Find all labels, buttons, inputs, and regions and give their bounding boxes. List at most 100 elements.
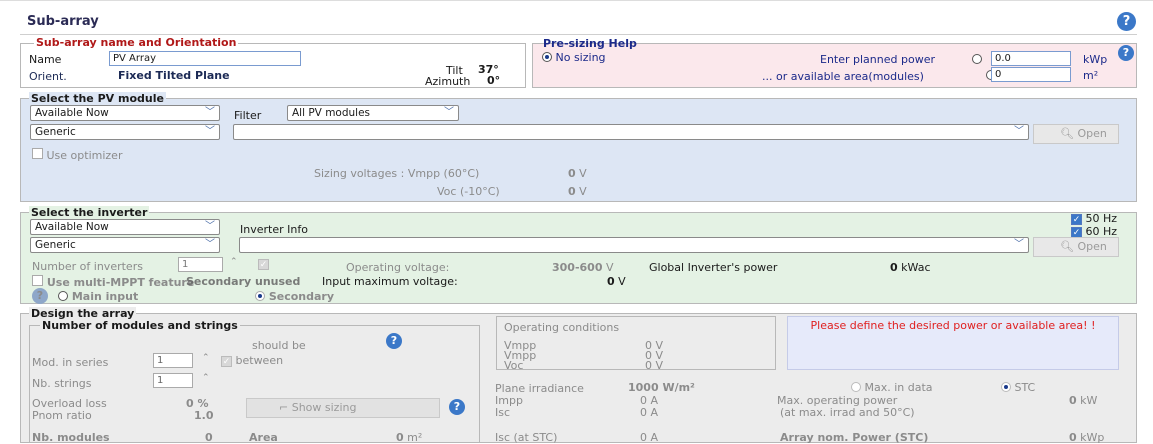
vmpp-value: 0 (568, 167, 576, 180)
secondary-radio[interactable] (255, 291, 265, 301)
optimizer-option[interactable]: Use optimizer (32, 148, 122, 162)
num-inverters-label: Number of inverters (32, 260, 143, 273)
input-max-group: 0 V (607, 275, 626, 288)
stc-option[interactable]: STC (1001, 381, 1035, 394)
inv-manufacturer-select[interactable]: Generic ﹀ (30, 237, 220, 253)
op-voltage-unit: V (606, 261, 614, 274)
area-unit: m² (1083, 69, 1099, 82)
main-input-label: Main input (71, 290, 139, 303)
pv-filter-select[interactable]: All PV modules ﹀ (287, 105, 459, 121)
inv-open-label: Open (1077, 240, 1107, 253)
global-power-unit: kWac (901, 261, 931, 274)
power-field[interactable]: 0.0 (991, 51, 1071, 66)
curve-icon: ⌐ (279, 401, 289, 414)
help-icon[interactable]: ? (1117, 12, 1136, 31)
inverter-help-icon[interactable]: ? (32, 288, 48, 304)
pv-module-legend: Select the PV module (29, 92, 166, 105)
search-icon: 🔍︎ (1060, 127, 1074, 140)
area-design-unit: m² (407, 431, 423, 444)
optimizer-checkbox[interactable] (32, 148, 43, 159)
pv-open-button[interactable]: 🔍︎ Open (1033, 124, 1119, 144)
max-op-power-group: 0 kW (1069, 394, 1097, 407)
filter-label: Filter (234, 109, 262, 122)
between-option[interactable]: ✓ between (221, 354, 283, 367)
inv-open-button[interactable]: 🔍︎ Open (1033, 237, 1119, 257)
input-max-label: Input maximum voltage: (322, 275, 458, 288)
sizing-help-icon[interactable]: ? (449, 399, 465, 415)
max-in-data-radio[interactable] (851, 382, 861, 392)
pv-manufacturer-value: Generic (35, 126, 76, 138)
stc-radio[interactable] (1001, 382, 1011, 392)
show-sizing-label: Show sizing (291, 401, 357, 414)
nb-strings-field[interactable]: 1 (153, 373, 193, 388)
pv-availability-select[interactable]: Available Now ﹀ (30, 105, 220, 121)
power-radio[interactable] (972, 54, 982, 64)
modules-strings-legend: Number of modules and strings (40, 319, 240, 332)
isc-stc-value: 0 A (640, 431, 659, 444)
pnom-label: Pnom ratio (32, 409, 92, 422)
inverter-legend: Select the inverter (29, 206, 150, 219)
main-input-option[interactable]: Main input (58, 290, 138, 303)
between-label: between (235, 354, 284, 367)
pnom-value: 1.0 (194, 409, 214, 422)
isc-value: 0 A (640, 406, 659, 419)
mppt-label: Use multi-MPPT feature (46, 276, 195, 289)
nb-strings-spinner-icon[interactable]: ⌃ (202, 373, 210, 383)
name-field[interactable]: PV Array (109, 51, 301, 66)
secondary-option[interactable]: Secondary (255, 290, 334, 303)
main-input-radio[interactable] (58, 291, 68, 301)
no-sizing-option[interactable]: No sizing (542, 51, 606, 64)
input-max-value: 0 (607, 275, 615, 288)
sizing-voltages-label: Sizing voltages : Vmpp (60°C) (314, 167, 480, 180)
warning-text: Please define the desired power or avail… (810, 319, 1096, 332)
nb-strings-label: Nb. strings (32, 377, 92, 390)
mod-series-field[interactable]: 1 (153, 353, 193, 368)
pv-open-label: Open (1077, 127, 1107, 140)
area-design-group: 0 m² (396, 431, 422, 444)
voc-design-value: 0 (645, 359, 652, 372)
chevron-down-icon: ﹀ (444, 107, 454, 118)
inv-availability-select[interactable]: Available Now ﹀ (30, 219, 220, 235)
orient-value[interactable]: Fixed Tilted Plane (118, 69, 230, 82)
stc-label: STC (1014, 381, 1036, 394)
chevron-down-icon: ﹀ (1014, 126, 1024, 137)
voc-unit: V (579, 185, 587, 198)
chevron-down-icon: ﹀ (205, 221, 215, 232)
design-help-icon[interactable]: ? (386, 333, 402, 349)
azimuth-value: 0° (487, 74, 501, 87)
orientation-legend: Sub-array name and Orientation (34, 36, 239, 49)
optimizer-label: Use optimizer (46, 149, 123, 162)
pv-manufacturer-select[interactable]: Generic ﹀ (30, 124, 220, 140)
no-sizing-radio[interactable] (542, 52, 552, 62)
search-icon: 🔍︎ (1060, 240, 1074, 253)
max-in-data-option[interactable]: Max. in data (851, 381, 933, 394)
mppt-checkbox[interactable] (32, 275, 43, 286)
show-sizing-button[interactable]: ⌐ Show sizing (246, 398, 440, 418)
global-power-group: 0 kWac (890, 261, 931, 274)
num-inverters-checkbox[interactable]: ✓ (258, 259, 269, 270)
inv-model-select[interactable]: ﹀ (239, 237, 1029, 253)
num-inverters-field[interactable]: 1 (178, 257, 223, 272)
secondary-label: Secondary (268, 290, 335, 303)
area-field[interactable]: 0 (991, 67, 1071, 82)
global-power-label: Global Inverter's power (649, 261, 778, 274)
presizing-help-icon[interactable]: ? (1118, 45, 1134, 61)
vmpp-unit: V (579, 167, 587, 180)
hz50-option[interactable]: ✓ 50 Hz (1071, 212, 1117, 225)
max-op-power-unit: kW (1080, 394, 1098, 407)
spinner-icon[interactable]: ⌃ (230, 257, 238, 267)
nb-modules-value: 0 (205, 431, 213, 444)
isc-label: Isc (495, 406, 511, 419)
op-voltage-group: 300-600 V (552, 261, 614, 274)
max-in-data-label: Max. in data (864, 381, 933, 394)
power-label: Enter planned power (820, 53, 935, 66)
mod-series-spinner-icon[interactable]: ⌃ (202, 353, 210, 363)
hz50-checkbox[interactable]: ✓ (1071, 214, 1082, 225)
pv-model-select[interactable]: ﹀ (233, 124, 1029, 140)
mppt-option[interactable]: Use multi-MPPT feature (32, 275, 194, 289)
between-checkbox[interactable]: ✓ (221, 356, 232, 367)
area-design-label: Area (249, 431, 278, 444)
mod-series-label: Mod. in series (32, 356, 109, 369)
voc-value-group: 0 V (568, 185, 587, 198)
nom-power-group: 0 kWp (1069, 431, 1104, 444)
